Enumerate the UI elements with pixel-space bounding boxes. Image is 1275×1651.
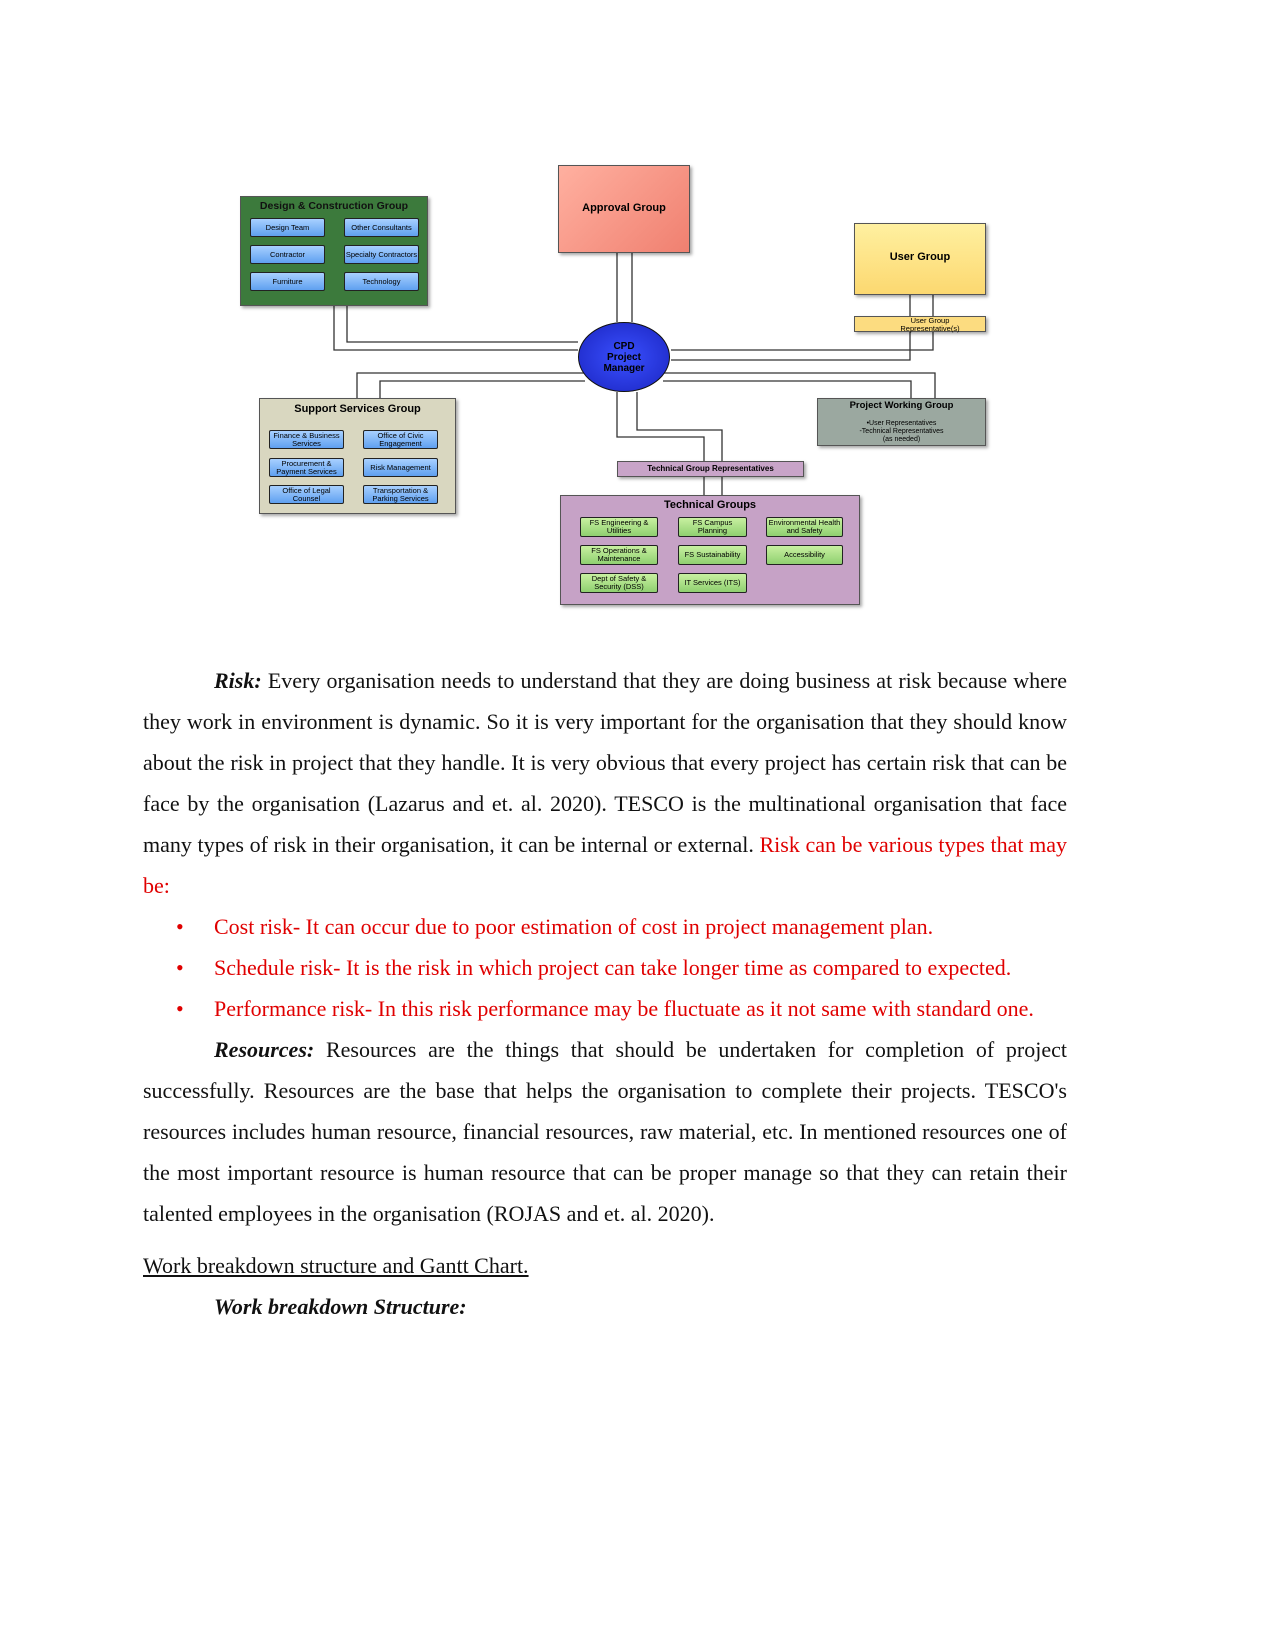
- cpd-project-manager: CPD Project Manager: [578, 322, 670, 392]
- support-services-group: Support Services Group Finance & Busines…: [259, 398, 456, 514]
- document-page: Design & Construction Group Design Team …: [0, 0, 1275, 1651]
- bullet-text: Cost risk- It can occur due to poor esti…: [214, 914, 934, 939]
- connector: [616, 392, 705, 461]
- group-item: FS Engineering & Utilities: [580, 517, 658, 537]
- group-item: Office of Legal Counsel: [269, 485, 344, 504]
- technical-groups: Technical Groups FS Engineering & Utilit…: [560, 495, 860, 605]
- connector: [671, 332, 911, 361]
- group-item: FS Campus Planning: [678, 517, 747, 537]
- group-item: FS Operations & Maintenance: [580, 545, 658, 565]
- group-item: IT Services (ITS): [678, 573, 747, 593]
- connector: [333, 306, 578, 351]
- technical-group-representatives: Technical Group Representatives: [617, 461, 804, 477]
- bullet-item: • Cost risk- It can occur due to poor est…: [143, 906, 1067, 947]
- group-item: Office of Civic Engagement: [363, 430, 438, 449]
- risk-paragraph: Risk: Every organisation needs to unders…: [143, 660, 1067, 906]
- approval-group: Approval Group: [558, 165, 690, 253]
- group-title: Technical Groups: [663, 499, 757, 511]
- group-item: Risk Management: [363, 458, 438, 477]
- bullet-item: • Schedule risk- It is the risk in which …: [143, 947, 1067, 988]
- risk-text: Every organisation needs to understand t…: [143, 668, 1067, 857]
- connector: [356, 372, 585, 398]
- connector: [671, 332, 934, 351]
- group-line: (as needed): [882, 436, 921, 443]
- org-diagram: Design & Construction Group Design Team …: [0, 0, 1275, 640]
- project-working-group: Project Working Group •User Representati…: [817, 398, 986, 446]
- resources-paragraph: Resources: Resources are the things that…: [143, 1029, 1067, 1234]
- body-text: Risk: Every organisation needs to unders…: [143, 660, 1067, 1327]
- bullet-icon: •: [176, 996, 184, 1021]
- user-group-reps-label: User Group Representative(s): [900, 316, 960, 333]
- user-group: User Group: [854, 223, 986, 295]
- group-item: Transportation & Parking Services: [363, 485, 438, 504]
- group-line: •User Representatives: [866, 420, 937, 427]
- connector: [663, 380, 912, 398]
- group-item: Dept of Safety & Security (DSS): [580, 573, 658, 593]
- group-item: Contractor: [250, 245, 325, 264]
- design-construction-group: Design & Construction Group Design Team …: [240, 196, 428, 306]
- group-title: Support Services Group: [294, 403, 421, 415]
- group-item: Environmental Health and Safety: [766, 517, 843, 537]
- connector: [346, 306, 578, 343]
- group-item: Other Consultants: [344, 218, 419, 237]
- bullet-text: Schedule risk- It is the risk in which p…: [214, 955, 1012, 980]
- approval-group-label: Approval Group: [582, 202, 666, 214]
- group-item: Finance & Business Services: [269, 430, 344, 449]
- section-heading: Work breakdown structure and Gantt Chart…: [143, 1253, 529, 1278]
- group-line: -Technical Representatives: [859, 428, 944, 435]
- connector: [636, 392, 723, 461]
- bullet-icon: •: [176, 955, 184, 980]
- group-title: Design & Construction Group: [259, 200, 409, 212]
- risk-label: Risk:: [214, 668, 262, 693]
- resources-text: Resources are the things that should be …: [143, 1037, 1067, 1226]
- bullet-item: • Performance risk- In this risk performa…: [143, 988, 1067, 1029]
- bullet-icon: •: [176, 914, 184, 939]
- tech-reps-label: Technical Group Representatives: [647, 464, 774, 473]
- group-item: Furniture: [250, 272, 325, 291]
- subheading: Work breakdown Structure:: [214, 1294, 467, 1319]
- group-item: Technology: [344, 272, 419, 291]
- connector: [379, 380, 585, 398]
- group-item: Procurement & Payment Services: [269, 458, 344, 477]
- group-item: FS Sustainability: [678, 545, 747, 565]
- group-item: Accessibility: [766, 545, 843, 565]
- resources-label: Resources:: [214, 1037, 315, 1062]
- group-item: Specialty Contractors: [344, 245, 419, 264]
- connector: [663, 372, 936, 398]
- user-group-representatives: User Group Representative(s): [854, 316, 986, 332]
- user-group-label: User Group: [889, 251, 951, 263]
- group-item: Design Team: [250, 218, 325, 237]
- bullet-text: Performance risk- In this risk performan…: [214, 996, 1034, 1021]
- group-title: Project Working Group: [849, 400, 954, 411]
